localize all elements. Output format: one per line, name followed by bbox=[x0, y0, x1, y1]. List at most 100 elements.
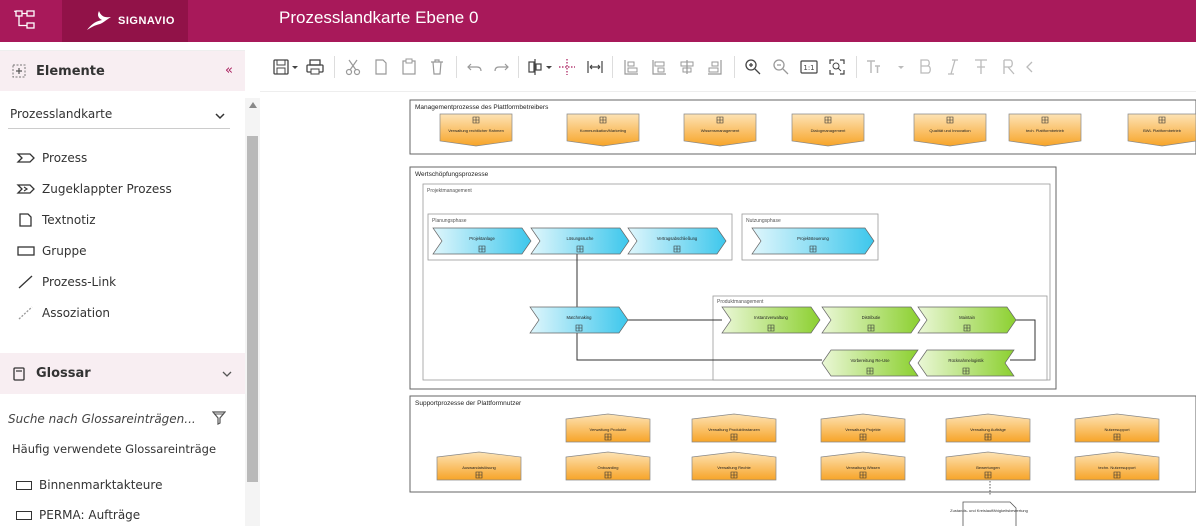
filter-icon[interactable] bbox=[212, 411, 226, 425]
align-icon[interactable] bbox=[526, 58, 544, 76]
format-icon[interactable] bbox=[1000, 58, 1018, 76]
process-label: Bewertungen bbox=[976, 465, 1000, 470]
zoom-in-icon[interactable] bbox=[744, 58, 762, 76]
process-label: Verwaltung Aufträge bbox=[970, 427, 1007, 432]
mgmt-group-label: Managementprozesse des Plattformbetreibe… bbox=[415, 104, 549, 111]
signavio-logo[interactable]: SIGNAVIO bbox=[62, 0, 188, 42]
elements-panel-header[interactable]: Elemente « bbox=[0, 50, 245, 91]
process-icon bbox=[16, 153, 35, 163]
glossary-search-input[interactable]: Suche nach Glossareinträgen... bbox=[8, 411, 230, 426]
redo-icon[interactable] bbox=[492, 58, 510, 76]
logo-text: SIGNAVIO bbox=[118, 15, 175, 27]
element-prozess[interactable]: Prozess bbox=[16, 148, 87, 168]
elements-panel-title: Elemente bbox=[36, 63, 105, 79]
add-element-icon bbox=[12, 64, 26, 78]
process-label: Auswandatslösung bbox=[462, 465, 496, 470]
toolbar-separator bbox=[612, 56, 613, 78]
support-group-label: Supportprozesse der Plattformnutzer bbox=[415, 400, 522, 407]
more-tools-icon[interactable] bbox=[1024, 58, 1034, 76]
zoom-fit-icon[interactable] bbox=[828, 58, 846, 76]
planning-group-label: Planungsphase bbox=[432, 218, 467, 224]
layout-4-icon[interactable] bbox=[706, 58, 724, 76]
collapse-sidebar-icon[interactable]: « bbox=[225, 63, 233, 78]
association-icon bbox=[18, 306, 33, 320]
toolbar-separator bbox=[518, 56, 519, 78]
element-label: Textnotiz bbox=[42, 213, 96, 227]
glossary-entry-icon bbox=[16, 510, 32, 520]
scroll-up-icon[interactable] bbox=[249, 102, 257, 108]
process-label: Nutzersupport bbox=[1104, 427, 1130, 432]
text-style-icon[interactable] bbox=[972, 58, 990, 76]
process-label: Lösungssuche bbox=[566, 236, 594, 241]
process-label: Kommunikation/Marketing bbox=[580, 128, 626, 133]
element-zugeklappter-prozess[interactable]: Zugeklappter Prozess bbox=[16, 179, 172, 199]
glossary-panel-header[interactable]: Glossar bbox=[0, 353, 245, 394]
text-note-label: Zustands- und Kreislauffähigkeitsbewertu… bbox=[950, 508, 1028, 513]
text-note-icon bbox=[19, 213, 32, 227]
distribute-icon[interactable] bbox=[558, 58, 576, 76]
toolbar-separator bbox=[456, 56, 457, 78]
process-label: BWL Plattformbetrieb bbox=[1143, 128, 1182, 133]
glossary-entry[interactable]: Binnenmarktakteure bbox=[16, 478, 162, 492]
delete-icon[interactable] bbox=[428, 58, 446, 76]
svg-text:1:1: 1:1 bbox=[803, 64, 814, 72]
process-label: Vorbereitung Re-Use bbox=[850, 358, 890, 363]
glossary-entry-icon bbox=[16, 480, 32, 490]
layout-2-icon[interactable] bbox=[650, 58, 668, 76]
process-label: tech. Plattformbetrieb bbox=[1026, 128, 1065, 133]
element-gruppe[interactable]: Gruppe bbox=[16, 241, 86, 261]
undo-icon[interactable] bbox=[466, 58, 484, 76]
stencil-set-select[interactable]: Prozesslandkarte bbox=[8, 103, 230, 129]
diagram-title[interactable]: Prozesslandkarte Ebene 0 bbox=[279, 8, 478, 28]
font-size-icon[interactable] bbox=[864, 58, 882, 76]
value-group-label: Wertschöpfungsprozesse bbox=[415, 171, 489, 178]
element-label: Gruppe bbox=[42, 244, 87, 258]
process-label: Verwaltung Produktinstanzen bbox=[708, 427, 760, 432]
process-label: Wissensmanagement bbox=[701, 128, 740, 133]
glossary-entry[interactable]: PERMA: Aufträge bbox=[16, 508, 140, 522]
diagram-canvas[interactable]: Managementprozesse des Plattformbetreibe… bbox=[260, 92, 1196, 526]
process-label: Rücknahmelogistik bbox=[948, 358, 984, 363]
glossary-search-placeholder: Suche nach Glossareinträgen... bbox=[8, 412, 196, 426]
element-label: Zugeklappter Prozess bbox=[42, 182, 172, 196]
bold-icon[interactable] bbox=[916, 58, 934, 76]
process-label: Projektanlage bbox=[469, 236, 495, 241]
text-note-shape[interactable] bbox=[962, 501, 1017, 526]
process-label: Instanzverwaltung bbox=[754, 315, 788, 320]
save-dropdown-icon[interactable] bbox=[290, 58, 300, 76]
process-label: Qualität und Innovation bbox=[929, 128, 970, 133]
chevron-down-icon bbox=[215, 113, 225, 120]
toolbar: 1:1 bbox=[260, 42, 1196, 92]
paste-icon[interactable] bbox=[400, 58, 418, 76]
signavio-bird-icon bbox=[87, 11, 111, 30]
align-dropdown-icon[interactable] bbox=[544, 58, 554, 76]
process-label: Verwaltung Projekte bbox=[845, 427, 881, 432]
layout-1-icon[interactable] bbox=[622, 58, 640, 76]
spacing-icon[interactable] bbox=[586, 58, 604, 76]
process-label: Projektsteuerung bbox=[797, 236, 829, 241]
zoom-reset-icon[interactable]: 1:1 bbox=[800, 58, 818, 76]
element-textnotiz[interactable]: Textnotiz bbox=[16, 210, 96, 230]
save-icon[interactable] bbox=[272, 58, 290, 76]
font-dropdown-icon[interactable] bbox=[896, 58, 906, 76]
toolbar-separator bbox=[734, 56, 735, 78]
layout-3-icon[interactable] bbox=[678, 58, 696, 76]
print-icon[interactable] bbox=[306, 58, 324, 76]
element-assoziation[interactable]: Assoziation bbox=[16, 303, 110, 323]
sidebar-scrollbar-thumb[interactable] bbox=[247, 136, 258, 482]
pm-group-label: Projektmanagement bbox=[427, 188, 472, 194]
element-label: Prozess bbox=[42, 151, 88, 165]
glossary-panel-title: Glossar bbox=[36, 366, 91, 381]
process-label: Onboarding bbox=[598, 465, 619, 470]
element-prozess-link[interactable]: Prozess-Link bbox=[16, 272, 116, 292]
process-map-diagram[interactable]: Managementprozesse des Plattformbetreibe… bbox=[260, 92, 1196, 526]
process-label: Verwaltung Rechte bbox=[717, 465, 751, 470]
cut-icon[interactable] bbox=[344, 58, 362, 76]
process-label: Vertragsabschließung bbox=[657, 236, 698, 241]
italic-icon[interactable] bbox=[944, 58, 962, 76]
process-map-app-icon[interactable] bbox=[14, 10, 36, 30]
zoom-out-icon[interactable] bbox=[772, 58, 790, 76]
chevron-down-icon bbox=[222, 371, 232, 377]
process-link-icon bbox=[18, 275, 33, 289]
copy-icon[interactable] bbox=[372, 58, 390, 76]
